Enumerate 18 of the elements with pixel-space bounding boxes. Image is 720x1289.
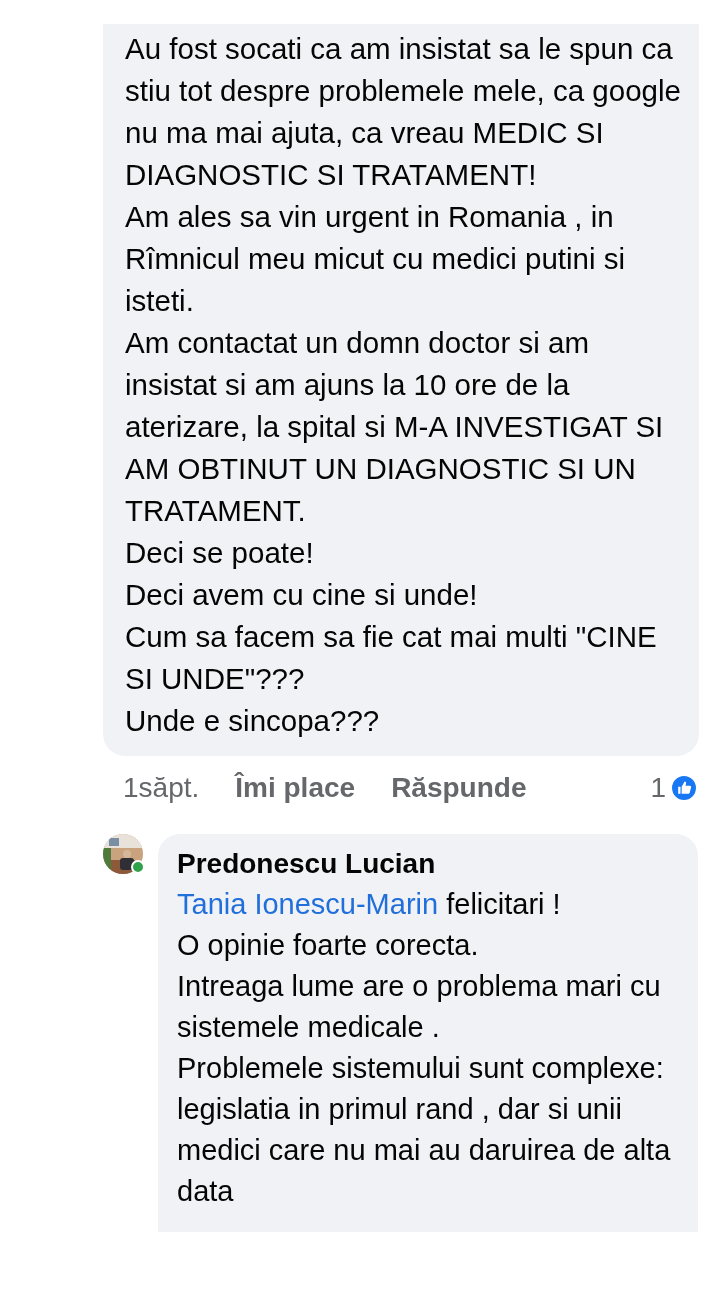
mention-link[interactable]: Tania Ionescu-Marin	[177, 888, 439, 920]
comment-text: Problemele sistemului sunt complexe: legislatia in primul rand , dar si unii medici care nu mai au daruirea de alta data	[177, 1051, 672, 1209]
comment-text: Deci se poate!	[125, 535, 315, 571]
comment-text: Unde e sincopa???	[125, 703, 381, 739]
reply-link[interactable]: Răspunde	[391, 772, 527, 804]
comment-text: Intreaga lume are o problema mari cu sistemele medicale .	[177, 969, 662, 1045]
comment-text: Am contactat un domn doctor si am insistat si am ajuns la 10 ore de la aterizare, la spital si M-A INVESTIGAT SI AM OBTINUT UN DIAGNOSTIC SI UN TRATAMENT.	[125, 325, 665, 529]
comment-text: Deci avem cu cine si unde!	[125, 577, 479, 613]
comment-text: Cum sa facem sa fie cat mai multi "CINE SI UNDE"???	[125, 619, 658, 697]
comment-text: O opinie foarte corecta.	[177, 928, 480, 963]
comment-text: Au fost socati ca am insistat sa le spun ca stiu tot despre problemele mele, ca google nu ma mai ajuta, ca vreau MEDIC SI DIAGNOSTIC SI TRATAMENT!	[125, 31, 682, 193]
comment-text: Tania Ionescu-Marin felicitari !	[177, 887, 562, 922]
like-icon	[670, 774, 698, 802]
like-link[interactable]: Îmi place	[235, 772, 356, 804]
author-name[interactable]: Predonescu Lucian	[177, 848, 688, 880]
comment-time: 1săpt.	[123, 772, 200, 804]
reaction-count: 1	[650, 772, 666, 804]
comment-text: Am ales sa vin urgent in Romania , in Rîmnicul meu micut cu medici putini si isteti.	[125, 199, 627, 319]
